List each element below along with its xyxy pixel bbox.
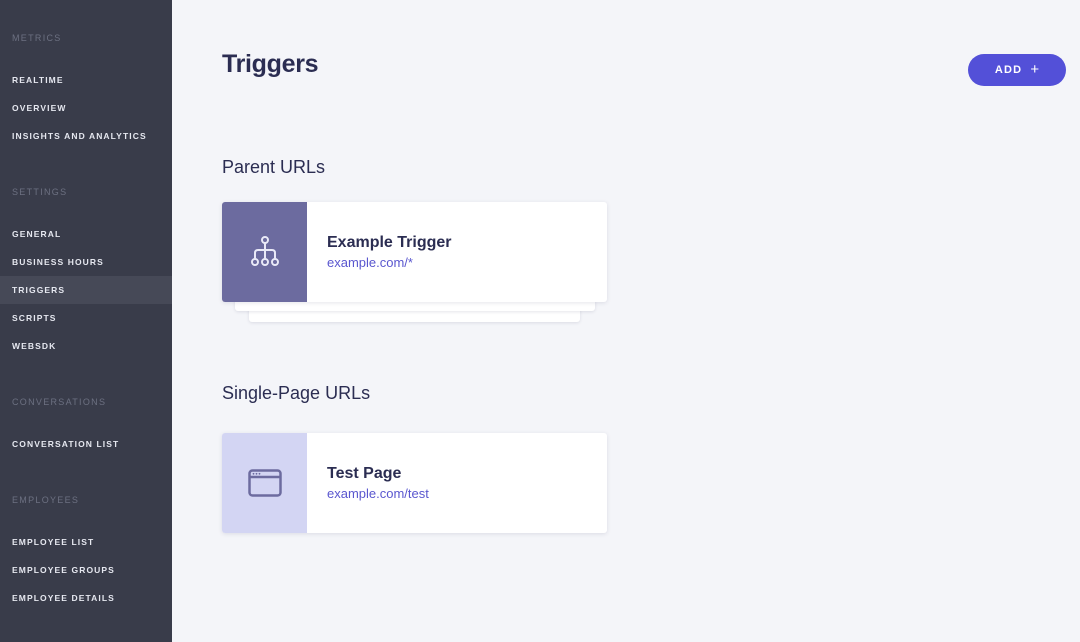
trigger-card-example-trigger[interactable]: Example Trigger example.com/* [222,202,607,302]
sidebar-item-conversation-list[interactable]: CONVERSATION LIST [0,430,172,458]
sidebar-item-insights-and-analytics[interactable]: INSIGHTS AND ANALYTICS [0,122,172,150]
sidebar-item-scripts[interactable]: SCRIPTS [0,304,172,332]
sidebar: METRICS REALTIME OVERVIEW INSIGHTS AND A… [0,0,172,642]
parent-urls-heading: Parent URLs [222,157,326,177]
trigger-card-icon-box [222,433,307,533]
trigger-card-icon-box [222,202,307,302]
browser-window-icon [247,469,282,497]
app-window: METRICS REALTIME OVERVIEW INSIGHTS AND A… [0,0,1080,642]
single-page-urls-heading: Single-Page URLs [222,383,371,403]
sidebar-section-metrics: METRICS [12,33,62,43]
trigger-card-url: example.com/test [327,486,429,501]
trigger-card-test-page[interactable]: Test Page example.com/test [222,433,607,533]
sidebar-item-general[interactable]: GENERAL [0,220,172,248]
sidebar-section-employees: EMPLOYEES [12,495,80,505]
sidebar-item-employee-list[interactable]: EMPLOYEE LIST [0,528,172,556]
sidebar-item-websdk[interactable]: WEBSDK [0,332,172,360]
sitemap-icon [250,236,279,266]
trigger-card-url: example.com/* [327,255,413,270]
sidebar-item-overview[interactable]: OVERVIEW [0,94,172,122]
sidebar-item-employee-details[interactable]: EMPLOYEE DETAILS [0,584,172,612]
trigger-card-name: Example Trigger [327,234,452,251]
page-title: Triggers [222,50,319,78]
sidebar-item-employee-groups[interactable]: EMPLOYEE GROUPS [0,556,172,584]
sidebar-section-settings: SETTINGS [12,187,68,197]
add-button-label: ADD [994,64,1023,76]
add-button[interactable]: ADD + [968,54,1066,86]
sidebar-section-conversations: CONVERSATIONS [12,397,107,407]
sidebar-item-triggers[interactable]: TRIGGERS [0,276,172,304]
plus-icon: + [1030,60,1040,78]
sidebar-item-business-hours[interactable]: BUSINESS HOURS [0,248,172,276]
trigger-card-name: Test Page [327,465,402,482]
sidebar-item-realtime[interactable]: REALTIME [0,66,172,94]
